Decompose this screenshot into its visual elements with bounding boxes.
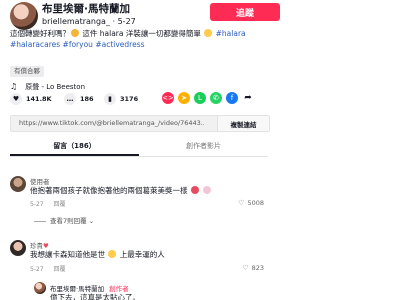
author-username[interactable]: briellematranga_ (42, 17, 110, 26)
comment-like[interactable]: ♡ 823 (242, 264, 264, 272)
line-share-icon[interactable]: L (194, 92, 206, 104)
tab-comments[interactable]: 留言（186） (10, 138, 139, 156)
follow-button[interactable]: 追蹤 (210, 3, 280, 21)
hashtag-link[interactable]: #foryou (63, 40, 93, 49)
emoji-icon (190, 186, 199, 194)
comment-tabs: 留言（186） 創作者影片 (10, 138, 268, 157)
comment-date: 5-27 (30, 266, 44, 273)
embed-share-icon[interactable]: <> (162, 92, 174, 104)
view-replies-button[interactable]: 查看7則回覆 ⌄ (34, 215, 94, 225)
tab-creator-videos[interactable]: 創作者影片 (139, 138, 268, 155)
facebook-share-icon[interactable]: f (226, 92, 238, 104)
comment-count: 186 (80, 95, 94, 103)
tiktok-video-page: 布里埃爾·馬特蘭加 briellematranga_ · 5-27 追蹤 這個轉… (0, 0, 400, 300)
laugh-emoji-icon (108, 250, 117, 258)
video-url[interactable]: https://www.tiktok.com/@briellematranga_… (19, 119, 204, 127)
paid-partnership-badge: 有償合夥 (10, 66, 44, 77)
creator-avatar[interactable] (34, 282, 46, 294)
laugh-emoji-icon (204, 29, 213, 37)
video-link-bar: https://www.tiktok.com/@briellematranga_… (10, 115, 270, 132)
save-action[interactable]: ▮ 3176 (104, 92, 138, 106)
bookmark-icon: ▮ (104, 93, 116, 105)
view-replies-label: 查看7則回覆 (50, 217, 87, 225)
music-label[interactable]: 原聲 - Lo Beeston (25, 83, 85, 91)
comment-text: 他抱著兩個孩子就像抱著他的兩個葛萊美獎一樣 (30, 185, 212, 196)
emoji-icon (203, 186, 212, 194)
comment-meta: 5-27 回覆 (30, 264, 66, 273)
comment-action[interactable]: … 186 (64, 92, 94, 106)
smile-emoji-icon (71, 29, 79, 37)
comment-text: 我想讓卡森知道他是世 上最幸運的人 (30, 249, 165, 260)
comment-icon: … (64, 93, 76, 105)
music-note-icon: ♫ (10, 82, 18, 91)
comment-like[interactable]: ♡ 5008 (238, 199, 264, 207)
heart-icon: ♥ (10, 93, 22, 105)
save-count: 3176 (120, 95, 139, 103)
video-action-bar: ♥ 141.8K … 186 ▮ 3176 <> ➤ L ✆ f ➦ (10, 92, 270, 106)
reply-button[interactable]: 回覆 (54, 201, 66, 208)
comment-like-count: 5008 (247, 199, 264, 207)
video-caption: 這個轉變好利嗎？ 這件 halara 洋裝讓一切都變得簡單 #halara #h… (10, 28, 265, 50)
comment-meta: 5-27 回覆 (30, 199, 66, 208)
comment-body: 我想讓卡森知道他是世 (30, 250, 105, 259)
whatsapp-share-icon[interactable]: ✆ (210, 92, 222, 104)
commenter-avatar[interactable] (10, 240, 26, 256)
reply-button[interactable]: 回覆 (54, 266, 66, 273)
comment-body-cont: 上最幸運的人 (119, 250, 165, 259)
like-count: 141.8K (26, 95, 52, 103)
caption-text-1: 這個轉變好利嗎？ (10, 29, 70, 38)
hashtag-link[interactable]: #activedress (95, 40, 144, 49)
author-username-date: briellematranga_ · 5-27 (42, 17, 136, 26)
author-avatar[interactable] (10, 2, 38, 30)
comment-like-count: 823 (251, 264, 264, 272)
author-name[interactable]: 布里埃爾·馬特蘭加 (42, 1, 130, 16)
comment-body: 他抱著兩個孩子就像抱著他的兩個葛萊美獎一樣 (30, 186, 188, 195)
hashtag-link[interactable]: #halara (216, 29, 246, 38)
copy-link-button[interactable]: 複製連結 (217, 116, 269, 131)
comment-date: 5-27 (30, 201, 44, 208)
like-action[interactable]: ♥ 141.8K (10, 92, 52, 106)
hashtag-link[interactable]: #halaracares (10, 40, 60, 49)
heart-outline-icon: ♡ (242, 264, 249, 272)
caption-text-2: 這件 halara 洋裝讓一切都變得簡單 (80, 29, 204, 38)
commenter-avatar[interactable] (10, 176, 26, 192)
music-row[interactable]: ♫ 原聲 - Lo Beeston (10, 82, 85, 92)
divider-line (34, 220, 46, 222)
chevron-down-icon: ⌄ (88, 217, 95, 225)
post-date: 5-27 (117, 17, 136, 26)
heart-outline-icon: ♡ (238, 199, 245, 207)
send-to-friends-icon[interactable]: ➤ (178, 92, 190, 104)
share-arrow-icon[interactable]: ➦ (242, 92, 254, 104)
creator-reply-text: 億下去，這真是太貼心了。 (50, 293, 140, 300)
